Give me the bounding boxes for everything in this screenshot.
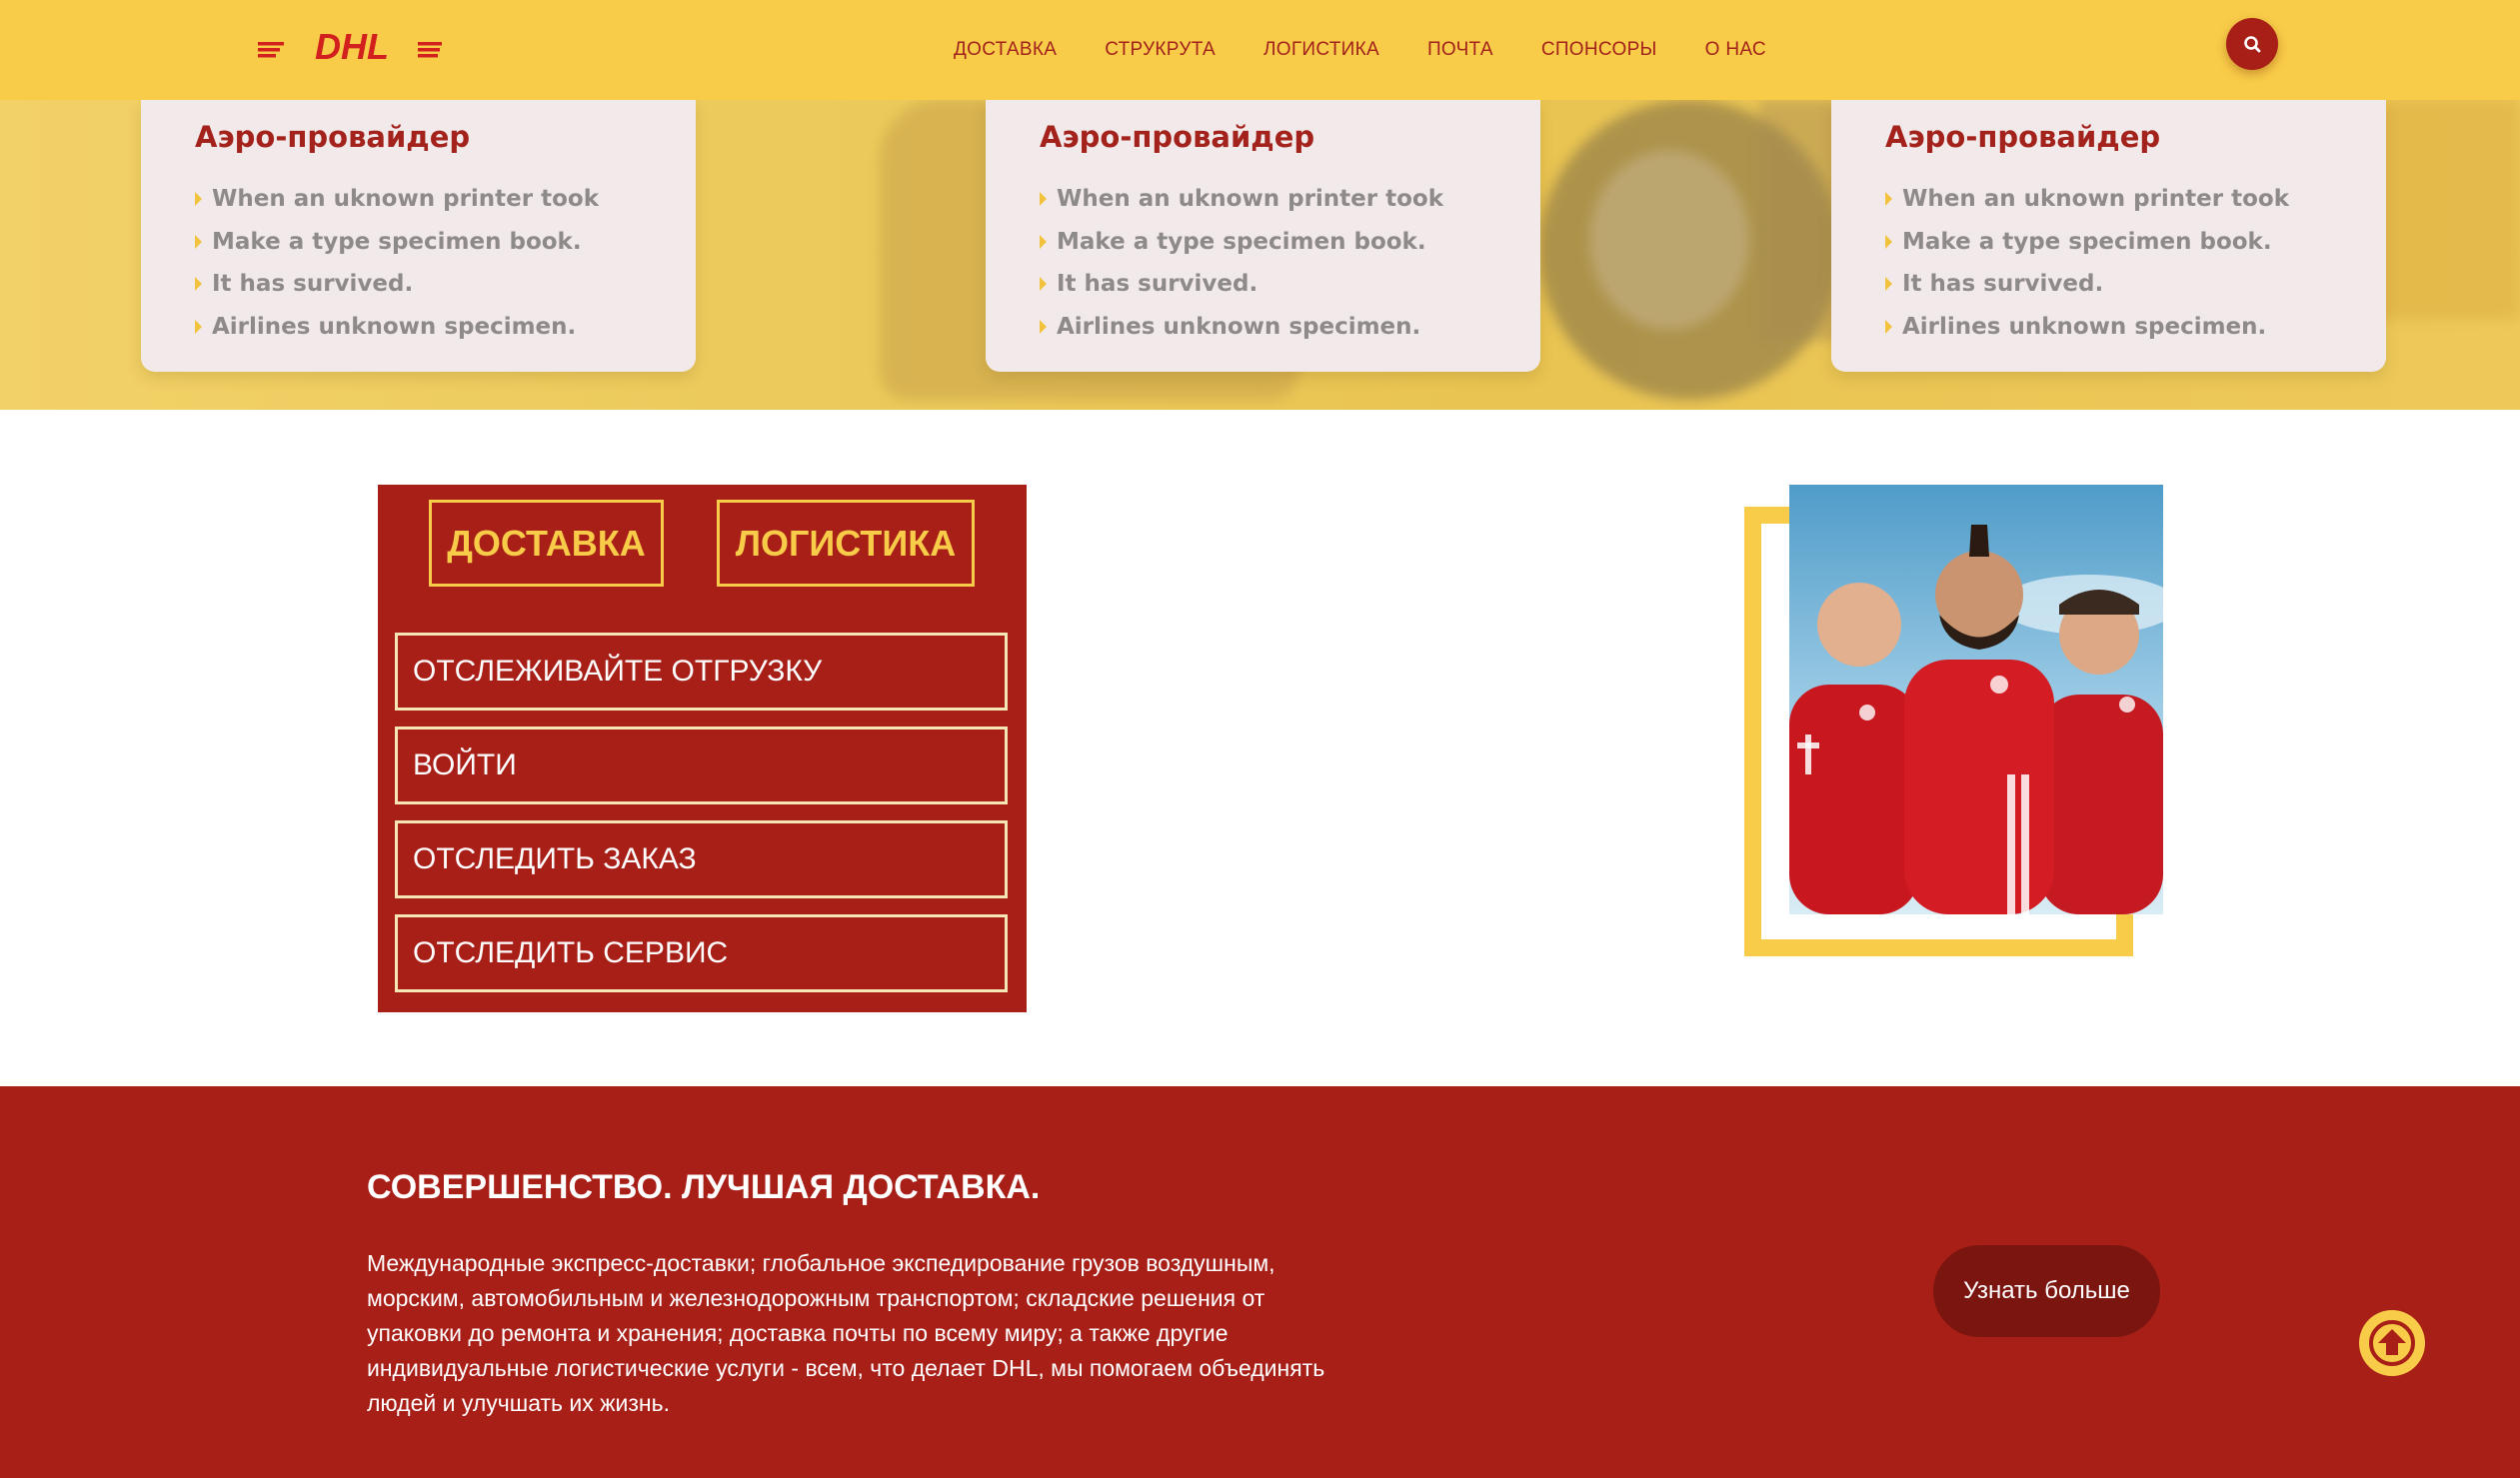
list-item: Airlines unknown specimen. (195, 306, 599, 349)
scroll-to-top-button[interactable] (2359, 1310, 2425, 1376)
list-item: Airlines unknown specimen. (1040, 306, 1443, 349)
football-players-image (1789, 485, 2163, 914)
footer-description: Международные экспресс-доставки; глобаль… (367, 1250, 1325, 1416)
caret-right-icon (1040, 277, 1047, 292)
card-title: Аэро-провайдер (195, 120, 471, 154)
caret-right-icon (1040, 319, 1047, 334)
list-item-text: Make a type specimen book. (1902, 228, 2272, 255)
nav-item-delivery[interactable]: ДОСТАВКА (930, 39, 1081, 61)
list-item-text: It has survived. (1057, 271, 1259, 297)
list-item: Make a type specimen book. (1885, 221, 2289, 264)
caret-right-icon (1885, 234, 1892, 249)
main-nav: ДОСТАВКА СТРУКРУТА ЛОГИСТИКА ПОЧТА СПОНС… (930, 0, 1790, 100)
list-item-text: When an uknown printer took (1057, 186, 1444, 212)
caret-right-icon (1885, 319, 1892, 334)
list-item: When an uknown printer took (1040, 178, 1443, 221)
caret-right-icon (1885, 192, 1892, 207)
caret-right-icon (1040, 192, 1047, 207)
caret-right-icon (195, 319, 202, 334)
login-button[interactable]: ВОЙТИ (395, 727, 1008, 804)
dhl-logo[interactable]: DHL (258, 28, 442, 64)
nav-item-mail[interactable]: ПОЧТА (1403, 39, 1517, 61)
track-shipment-button[interactable]: ОТСЛЕЖИВАЙТЕ ОТГРУЗКУ (395, 633, 1008, 711)
tracking-panel: ДОСТАВКА ЛОГИСТИКА ОТСЛЕЖИВАЙТЕ ОТГРУЗКУ… (378, 485, 1027, 1012)
card-title: Аэро-провайдер (1040, 120, 1315, 154)
service-card: Аэро-провайдер When an uknown printer to… (1831, 100, 2386, 372)
list-item: When an uknown printer took (195, 178, 599, 221)
list-item: When an uknown printer took (1885, 178, 2289, 221)
list-item-text: Make a type specimen book. (212, 228, 582, 255)
tab-delivery[interactable]: ДОСТАВКА (429, 500, 664, 587)
list-item-text: When an uknown printer took (212, 186, 600, 212)
logo-text: DHL (315, 28, 389, 64)
card-feature-list: When an uknown printer took Make a type … (195, 178, 599, 348)
nav-item-sponsors[interactable]: СПОНСОРЫ (1517, 39, 1681, 61)
arrow-up-icon (2369, 1320, 2415, 1366)
list-item: It has survived. (1885, 263, 2289, 306)
search-button[interactable] (2226, 18, 2278, 70)
caret-right-icon (1040, 234, 1047, 249)
track-service-button[interactable]: ОТСЛЕДИТЬ СЕРВИС (395, 914, 1008, 992)
card-feature-list: When an uknown printer took Make a type … (1040, 178, 1443, 348)
list-item: Make a type specimen book. (1040, 221, 1443, 264)
list-item-text: Make a type specimen book. (1057, 228, 1426, 255)
card-feature-list: When an uknown printer took Make a type … (1885, 178, 2289, 348)
nav-item-about[interactable]: О НАС (1681, 39, 1790, 61)
service-card: Аэро-провайдер When an uknown printer to… (141, 100, 696, 372)
caret-right-icon (1885, 277, 1892, 292)
list-item: Make a type specimen book. (195, 221, 599, 264)
caret-right-icon (195, 234, 202, 249)
nav-item-logistics[interactable]: ЛОГИСТИКА (1240, 39, 1403, 61)
list-item-text: When an uknown printer took (1902, 186, 2290, 212)
site-header: DHL ДОСТАВКА СТРУКРУТА ЛОГИСТИКА ПОЧТА С… (0, 0, 2520, 100)
learn-more-button[interactable]: Узнать больше (1933, 1245, 2160, 1337)
list-item-text: Airlines unknown specimen. (212, 313, 577, 340)
background-shape-right (2379, 100, 2520, 320)
footer-title: СОВЕРШЕНСТВО. ЛУЧШАЯ ДОСТАВКА. (367, 1168, 1041, 1206)
nav-item-structure[interactable]: СТРУКРУТА (1081, 39, 1240, 61)
tab-logistics[interactable]: ЛОГИСТИКА (717, 500, 975, 587)
list-item: It has survived. (195, 263, 599, 306)
caret-right-icon (195, 277, 202, 292)
list-item-text: It has survived. (212, 271, 414, 297)
list-item-text: Airlines unknown specimen. (1057, 313, 1421, 340)
service-card: Аэро-провайдер When an uknown printer to… (986, 100, 1540, 372)
list-item: Airlines unknown specimen. (1885, 306, 2289, 349)
sponsor-photo (1789, 485, 2163, 914)
list-item: It has survived. (1040, 263, 1443, 306)
background-hub-shape (1589, 150, 1749, 330)
footer-section: СОВЕРШЕНСТВО. ЛУЧШАЯ ДОСТАВКА. Междунаро… (0, 1086, 2520, 1478)
search-icon (2244, 36, 2261, 53)
list-item-text: Airlines unknown specimen. (1902, 313, 2267, 340)
caret-right-icon (195, 192, 202, 207)
list-item-text: It has survived. (1902, 271, 2104, 297)
card-title: Аэро-провайдер (1885, 120, 2161, 154)
track-order-button[interactable]: ОТСЛЕДИТЬ ЗАКАЗ (395, 820, 1008, 898)
